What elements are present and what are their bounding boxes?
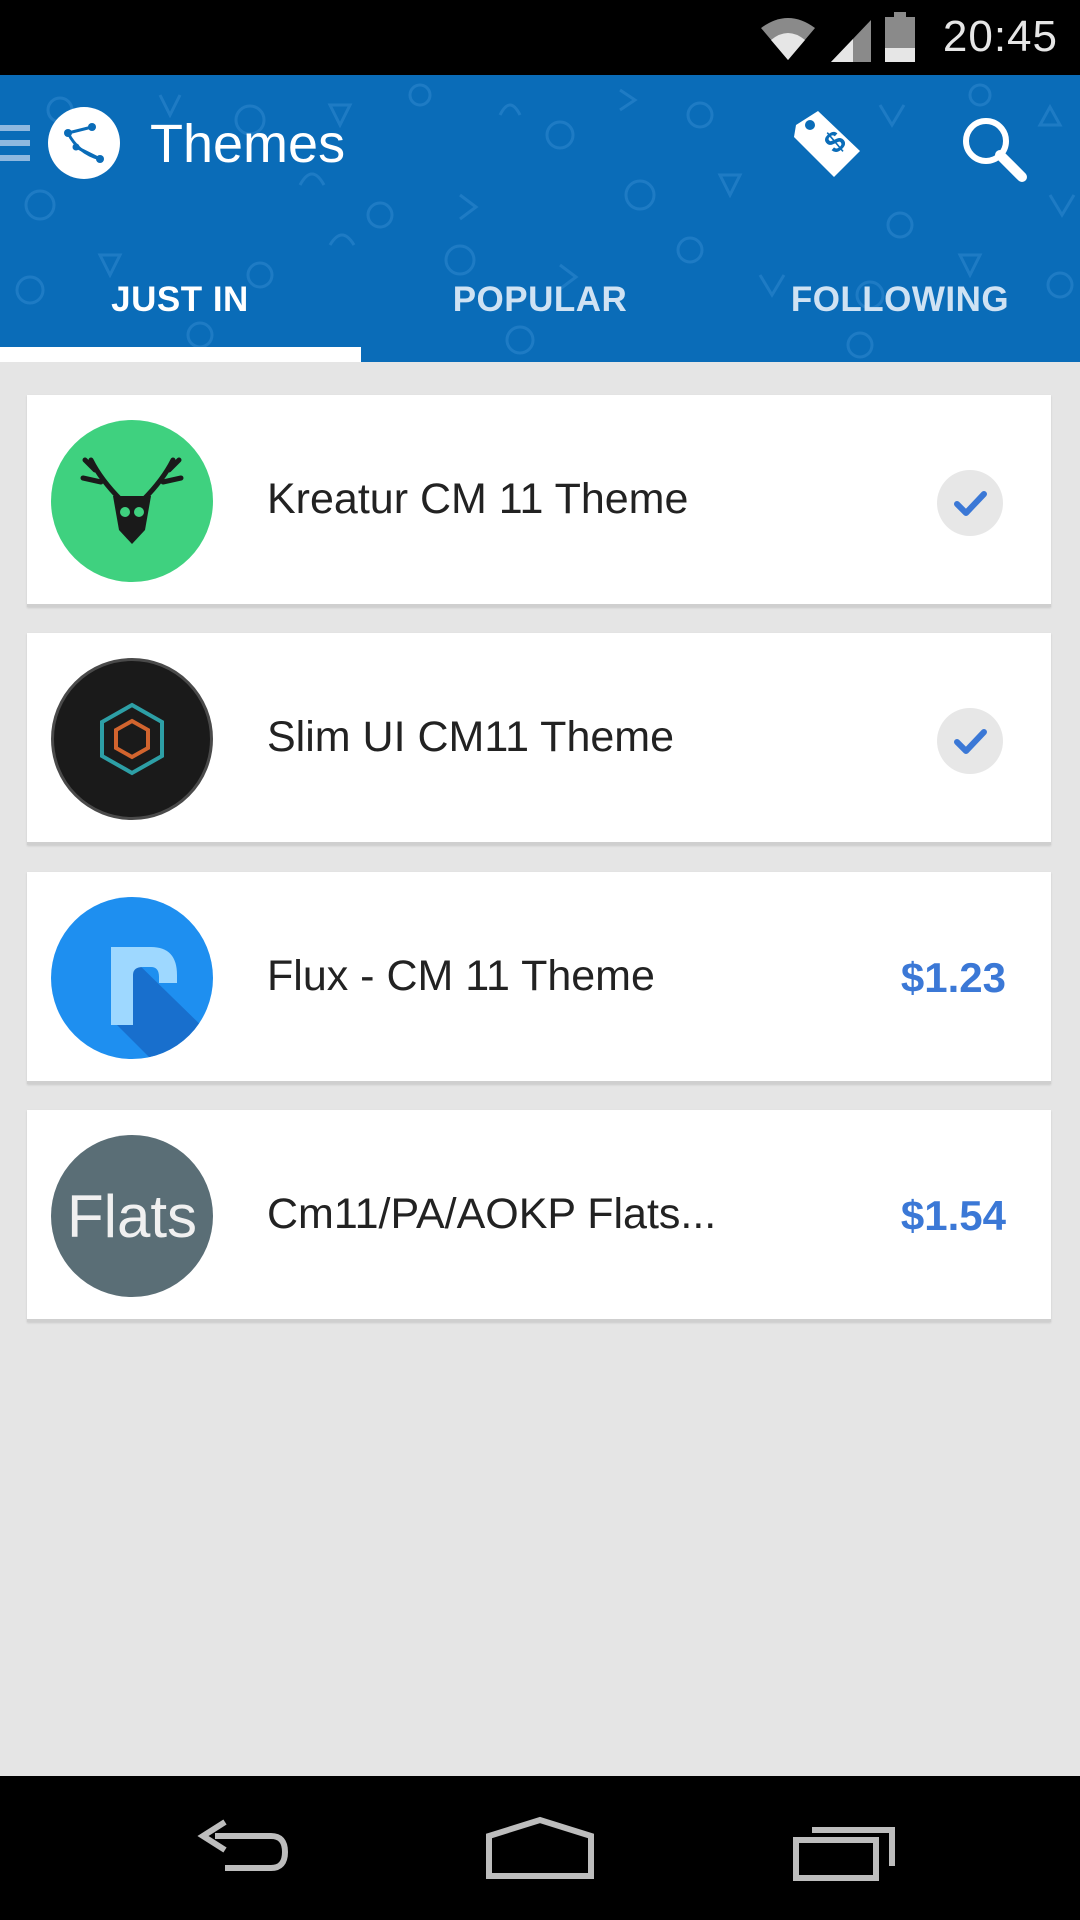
app-bar: Themes $ JUST IN POPULAR FOLLOWING (0, 75, 1080, 362)
wifi-icon (761, 18, 815, 60)
status-time: 20:45 (942, 12, 1058, 61)
battery-icon (885, 12, 915, 62)
installed-check-icon (937, 708, 1003, 774)
status-icons (759, 12, 915, 62)
search-button[interactable] (958, 113, 1030, 185)
tab-indicator (0, 347, 361, 362)
back-icon (197, 1819, 289, 1871)
home-icon (486, 1816, 594, 1879)
flats-icon-label: Flats (66, 1182, 198, 1250)
theme-list: Kreatur CM 11 Theme Slim UI CM11 Theme F… (0, 362, 1080, 1776)
flux-f-icon (51, 897, 213, 1059)
deer-skull-icon (51, 420, 213, 582)
recents-icon (793, 1827, 895, 1881)
theme-card[interactable]: Flux - CM 11 Theme $1.23 (27, 872, 1051, 1084)
theme-name: Kreatur CM 11 Theme (267, 475, 689, 523)
navigation-bar (0, 1776, 1080, 1920)
flats-text-icon: Flats (51, 1135, 213, 1297)
price-label: $1.23 (900, 954, 1006, 1001)
toolbar: Themes $ (0, 75, 1080, 225)
menu-icon[interactable] (0, 125, 30, 169)
recents-button[interactable] (790, 1816, 900, 1886)
home-button[interactable] (485, 1816, 595, 1886)
theme-card[interactable]: Kreatur CM 11 Theme (27, 395, 1051, 607)
theme-card[interactable]: Flats Cm11/PA/AOKP Flats... $1.54 (27, 1110, 1051, 1322)
theme-name: Cm11/PA/AOKP Flats... (267, 1190, 717, 1238)
price-label: $1.54 (900, 1192, 1006, 1239)
theme-name: Slim UI CM11 Theme (267, 713, 675, 761)
back-button[interactable] (185, 1816, 295, 1886)
signal-icon (831, 20, 871, 62)
status-bar: 20:45 (0, 0, 1080, 75)
hexagon-logo-icon (51, 658, 213, 820)
tab-following[interactable]: FOLLOWING (720, 270, 1080, 362)
theme-name: Flux - CM 11 Theme (267, 952, 655, 1000)
share-nodes-icon (64, 123, 104, 163)
installed-check-icon (937, 470, 1003, 536)
price-tag-button[interactable]: $ (790, 105, 866, 181)
page-title: Themes (150, 114, 346, 174)
price-tag-icon: $ (794, 111, 860, 177)
app-logo[interactable] (48, 107, 120, 179)
theme-card[interactable]: Slim UI CM11 Theme (27, 633, 1051, 845)
tab-popular[interactable]: POPULAR (360, 270, 720, 362)
search-icon (963, 118, 1027, 182)
